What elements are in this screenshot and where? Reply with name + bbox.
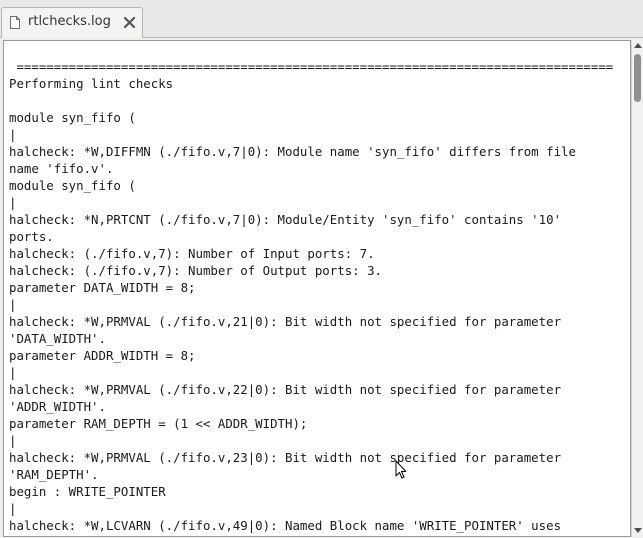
scrollbar-thumb[interactable] bbox=[634, 54, 641, 102]
log-line: 'RAM_DEPTH'. bbox=[9, 467, 99, 482]
log-line: ports. bbox=[9, 229, 54, 244]
scroll-up-arrow-icon[interactable] bbox=[634, 43, 642, 48]
vertical-scrollbar[interactable] bbox=[631, 40, 643, 537]
log-line: 'DATA_WIDTH'. bbox=[9, 331, 106, 346]
log-line: | bbox=[9, 501, 17, 516]
log-line: halcheck: *W,DIFFMN (./fifo.v,7|0): Modu… bbox=[9, 144, 576, 159]
text-cursor-icon bbox=[395, 460, 406, 479]
log-line: halcheck: *W,PRMVAL (./fifo.v,22|0): Bit… bbox=[9, 382, 562, 397]
tab-title: rtlchecks.log bbox=[28, 14, 111, 29]
log-line: parameter ADDR_WIDTH = 8; bbox=[9, 348, 196, 363]
scroll-down-arrow-icon[interactable] bbox=[634, 528, 642, 533]
log-line: | bbox=[9, 297, 17, 312]
log-line: halcheck: *N,PRTCNT (./fifo.v,7|0): Modu… bbox=[9, 212, 562, 227]
log-line: halcheck: *W,PRMVAL (./fifo.v,21|0): Bit… bbox=[9, 314, 562, 329]
log-line: Performing lint checks bbox=[9, 76, 174, 91]
log-line: begin : WRITE_POINTER bbox=[9, 484, 166, 499]
log-line: halcheck: *W,PRMVAL (./fifo.v,23|0): Bit… bbox=[9, 450, 562, 465]
log-content: ========================================… bbox=[9, 58, 613, 534]
tab-rtlchecks-log[interactable]: rtlchecks.log bbox=[1, 7, 143, 38]
log-line: 'ADDR_WIDTH'. bbox=[9, 399, 106, 414]
log-line: name 'fifo.v'. bbox=[9, 161, 114, 176]
log-line: | bbox=[9, 195, 17, 210]
log-line: halcheck: (./fifo.v,7): Number of Output… bbox=[9, 263, 382, 278]
tab-bar: rtlchecks.log bbox=[0, 0, 643, 38]
log-line: halcheck: *W,LCVARN (./fifo.v,49|0): Nam… bbox=[9, 518, 562, 533]
close-icon[interactable] bbox=[123, 16, 136, 29]
log-line: module syn_fifo ( bbox=[9, 178, 136, 193]
log-line: | bbox=[9, 433, 17, 448]
log-line: | bbox=[9, 365, 17, 380]
log-text-view[interactable]: ========================================… bbox=[3, 40, 631, 537]
log-line: ========================================… bbox=[9, 59, 614, 74]
log-line: parameter RAM_DEPTH = (1 << ADDR_WIDTH); bbox=[9, 416, 308, 431]
log-line: parameter DATA_WIDTH = 8; bbox=[9, 280, 196, 295]
log-line: halcheck: (./fifo.v,7): Number of Input … bbox=[9, 246, 375, 261]
text-file-icon bbox=[10, 16, 20, 29]
log-line: module syn_fifo ( bbox=[9, 110, 136, 125]
log-line: | bbox=[9, 127, 17, 142]
